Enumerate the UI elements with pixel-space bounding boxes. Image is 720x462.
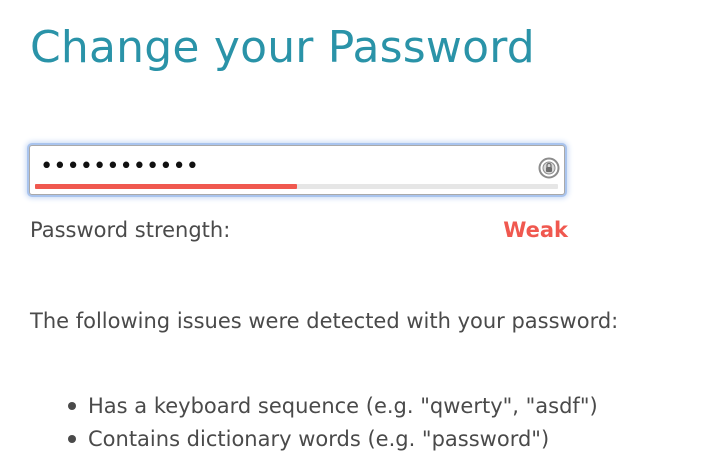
lock-eye-icon[interactable] [538, 157, 560, 179]
issue-item: Contains dictionary words (e.g. "passwor… [66, 424, 598, 457]
issue-text: Has a keyboard sequence (e.g. "qwerty", … [88, 394, 598, 418]
issue-item: Has a keyboard sequence (e.g. "qwerty", … [66, 391, 598, 424]
issue-text: Contains dictionary words (e.g. "passwor… [88, 427, 550, 451]
bullet-icon [68, 435, 76, 443]
password-masked-value[interactable]: •••••••••••• [40, 156, 199, 178]
password-input[interactable]: •••••••••••• [29, 145, 565, 195]
page-title: Change your Password [30, 22, 535, 73]
strength-meter-fill [35, 184, 297, 189]
issues-intro: The following issues were detected with … [30, 309, 619, 333]
strength-label: Password strength: [30, 218, 231, 242]
bullet-icon [68, 402, 76, 410]
issues-list: Has a keyboard sequence (e.g. "qwerty", … [66, 391, 598, 457]
strength-meter [35, 184, 558, 189]
strength-value: Weak [503, 218, 568, 242]
